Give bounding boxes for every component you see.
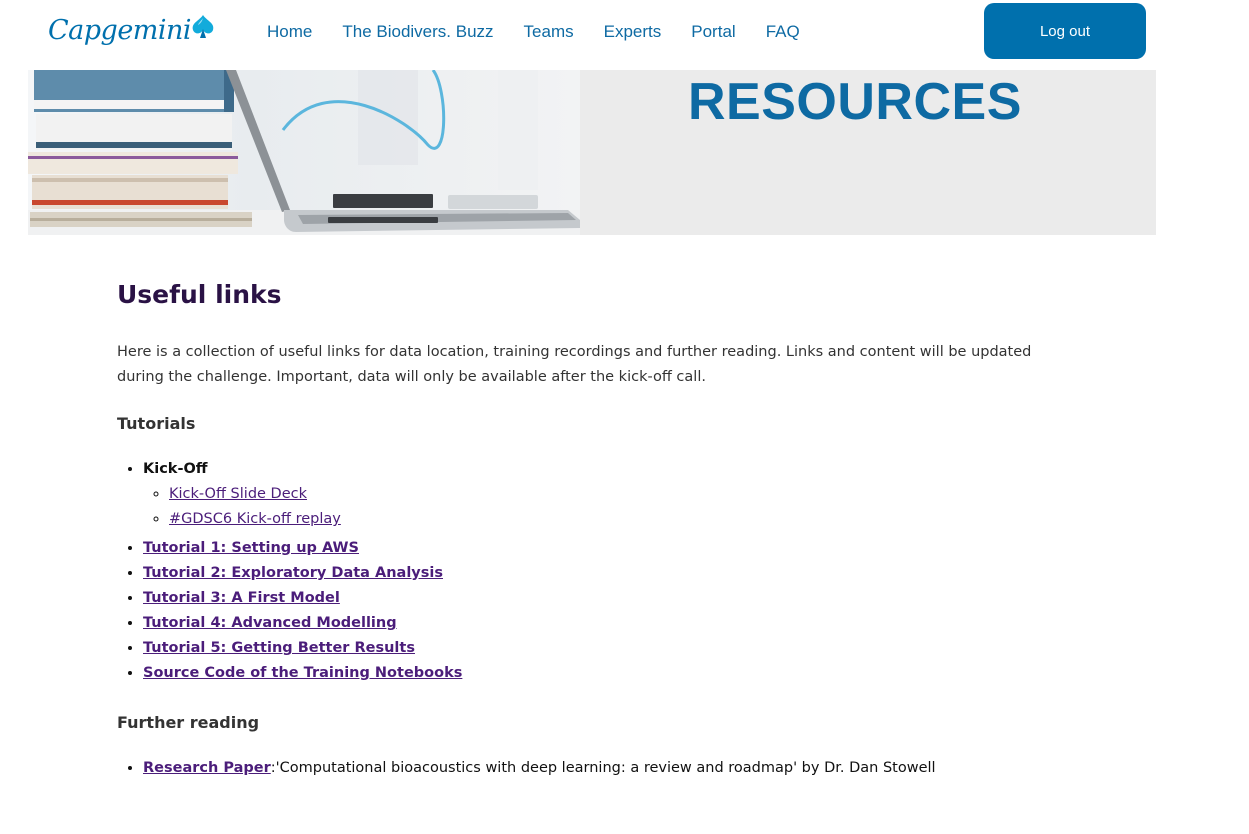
- kickoff-replay-link[interactable]: #GDSC6 Kick-off replay: [169, 511, 341, 527]
- kickoff-slide-deck-link[interactable]: Kick-Off Slide Deck: [169, 486, 307, 502]
- nav-teams-link[interactable]: Teams: [509, 18, 589, 46]
- site-header: Capgemini Home The Biodivers. Buzz Teams…: [0, 0, 1249, 70]
- books-laptop-image: [28, 70, 580, 235]
- source-code-link[interactable]: Source Code of the Training Notebooks: [143, 665, 462, 681]
- list-item: Tutorial 3: A First Model: [143, 586, 1077, 611]
- tutorial-3-link[interactable]: Tutorial 3: A First Model: [143, 590, 340, 606]
- list-item: Kick-Off Slide Deck: [169, 482, 1077, 507]
- further-reading-heading: Further reading: [117, 713, 260, 732]
- tutorials-heading: Tutorials: [117, 414, 196, 433]
- further-reading-list: Research Paper:'Computational bioacousti…: [143, 756, 1077, 781]
- list-item: #GDSC6 Kick-off replay: [169, 507, 1077, 532]
- nav-portal-link[interactable]: Portal: [676, 18, 750, 46]
- list-item: Source Code of the Training Notebooks: [143, 661, 1077, 686]
- list-item: Tutorial 4: Advanced Modelling: [143, 611, 1077, 636]
- tutorial-2-link[interactable]: Tutorial 2: Exploratory Data Analysis: [143, 565, 443, 581]
- nav-biodivers-buzz-link[interactable]: The Biodivers. Buzz: [327, 18, 508, 46]
- nav-experts-link[interactable]: Experts: [589, 18, 677, 46]
- resources-banner: RESOURCES: [28, 70, 1156, 235]
- spade-logo-icon: [192, 15, 214, 38]
- research-paper-link[interactable]: Research Paper: [143, 760, 271, 776]
- kickoff-label: Kick-Off: [143, 461, 208, 477]
- tutorials-list: Kick-Off Kick-Off Slide Deck #GDSC6 Kick…: [143, 457, 1077, 686]
- logout-button[interactable]: Log out: [984, 3, 1146, 59]
- list-item: Tutorial 5: Getting Better Results: [143, 636, 1077, 661]
- list-item: Tutorial 1: Setting up AWS: [143, 536, 1077, 561]
- capgemini-logo[interactable]: Capgemini: [48, 10, 217, 50]
- kickoff-sublist: Kick-Off Slide Deck #GDSC6 Kick-off repl…: [169, 482, 1077, 532]
- list-item-kickoff: Kick-Off Kick-Off Slide Deck #GDSC6 Kick…: [143, 457, 1077, 532]
- tutorial-4-link[interactable]: Tutorial 4: Advanced Modelling: [143, 615, 397, 631]
- banner-illustration: [28, 70, 580, 235]
- intro-paragraph: Here is a collection of useful links for…: [117, 344, 1032, 385]
- research-paper-description: :'Computational bioacoustics with deep l…: [270, 760, 936, 776]
- tutorial-5-link[interactable]: Tutorial 5: Getting Better Results: [143, 640, 415, 656]
- nav-home-link[interactable]: Home: [252, 18, 327, 46]
- list-item: Tutorial 2: Exploratory Data Analysis: [143, 561, 1077, 586]
- logo-text: Capgemini: [48, 14, 192, 46]
- page-title: Useful links: [117, 280, 282, 309]
- list-item: Research Paper:'Computational bioacousti…: [143, 756, 1077, 781]
- main-content: Useful links Here is a collection of use…: [117, 270, 1077, 781]
- main-nav: Home The Biodivers. Buzz Teams Experts P…: [252, 18, 815, 46]
- banner-title: RESOURCES: [688, 73, 1022, 131]
- tutorial-1-link[interactable]: Tutorial 1: Setting up AWS: [143, 540, 359, 556]
- nav-faq-link[interactable]: FAQ: [751, 18, 815, 46]
